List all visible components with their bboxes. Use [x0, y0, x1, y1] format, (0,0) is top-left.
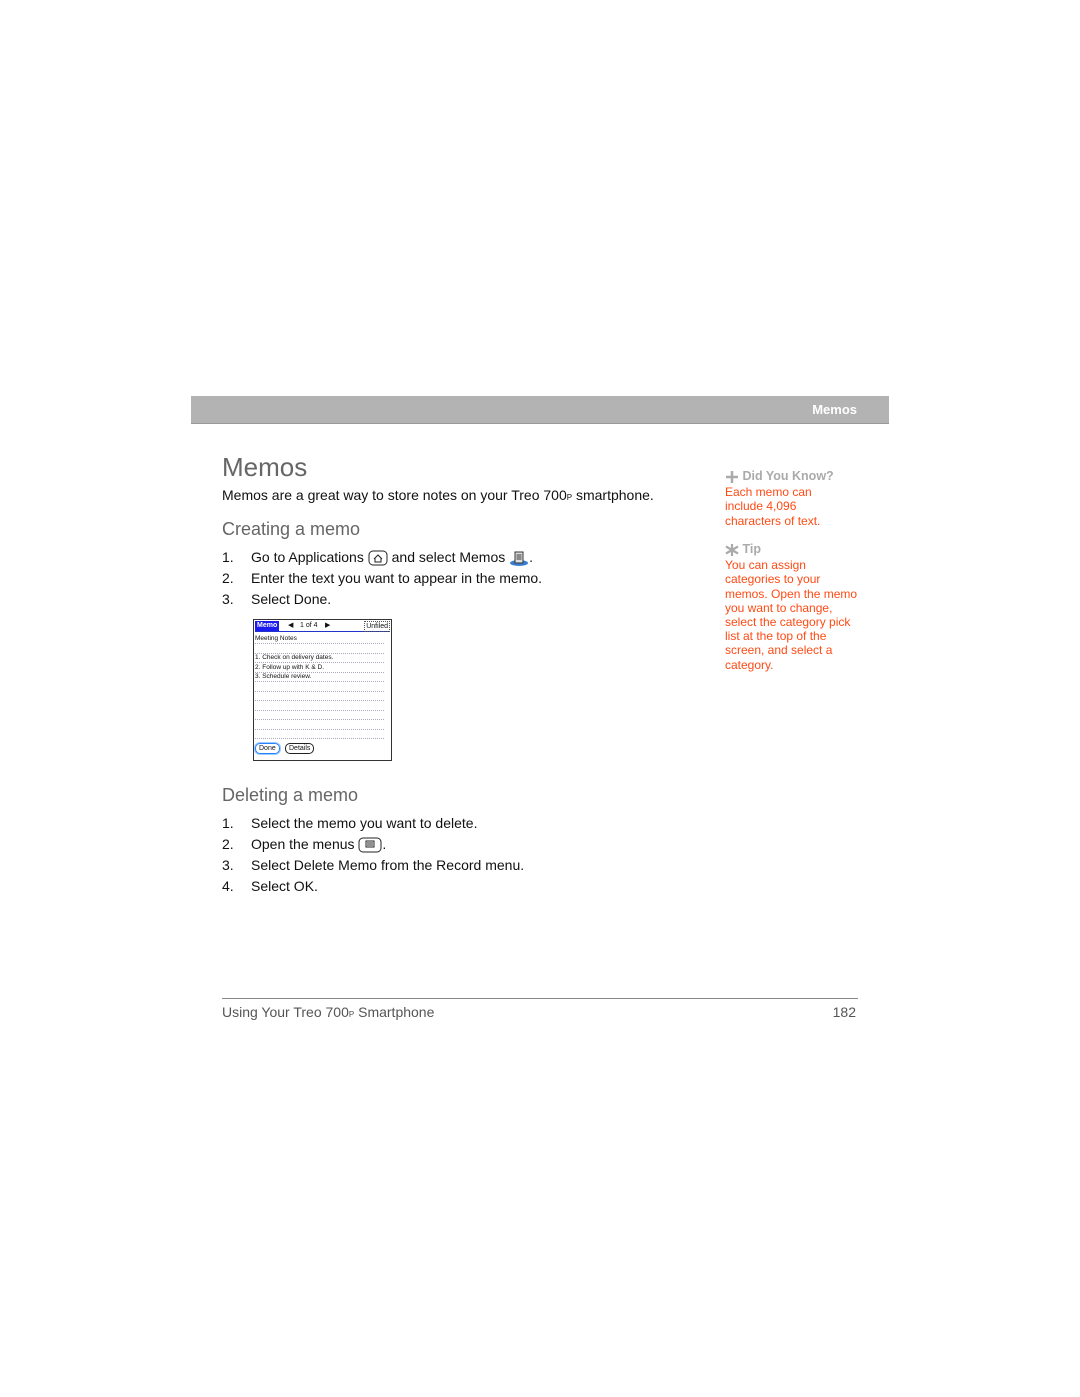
record-counter: 1 of 4 — [300, 622, 318, 629]
footer-divider — [222, 998, 858, 999]
memo-title-bar: Memo ◀ 1 of 4 ▶ Unfiled — [255, 621, 390, 632]
section-title: Memos — [812, 402, 857, 417]
memo-line: 3. Schedule review. — [255, 672, 384, 682]
tip-body: You can assign categories to your memos.… — [725, 558, 858, 672]
step-text: Go to Applications — [251, 549, 368, 565]
step-text: Select Delete Memo from the Record menu. — [251, 857, 525, 873]
menu-icon — [358, 836, 382, 853]
memo-line — [255, 644, 384, 654]
step-number: 3. — [222, 857, 234, 873]
creating-step: 1. Go to Applications and select Memos . — [222, 549, 534, 567]
intro-after: smartphone. — [572, 487, 654, 503]
deleting-step: 1. Select the memo you want to delete. — [222, 815, 477, 831]
step-number: 2. — [222, 570, 234, 586]
deleting-heading: Deleting a memo — [222, 785, 359, 805]
memo-line: Meeting Notes — [255, 634, 384, 644]
step-text: Select the memo you want to delete. — [251, 815, 478, 831]
applications-icon — [368, 549, 388, 566]
memo-line — [255, 682, 384, 692]
step-text: Enter the text you want to appear in the… — [251, 570, 543, 586]
tip-box: Tip You can assign categories to your me… — [725, 542, 865, 672]
step-text: Select OK. — [251, 878, 318, 894]
page-title: Memos — [222, 452, 308, 482]
step-text: . — [382, 836, 387, 852]
memo-line — [255, 691, 384, 701]
deleting-step: 3. Select Delete Memo from the Record men… — [222, 857, 524, 873]
step-text: . — [529, 549, 534, 565]
section-header-bar: Memos — [191, 396, 889, 424]
step-number: 1. — [222, 815, 234, 831]
step-text: Select Done. — [251, 591, 332, 607]
intro-text: Memos are a great way to store notes on … — [222, 487, 654, 503]
memo-line: 1. Check on delivery dates. — [255, 653, 384, 663]
prev-arrow-icon[interactable]: ◀ — [288, 621, 293, 631]
step-number: 3. — [222, 591, 234, 607]
step-number: 2. — [222, 836, 234, 852]
creating-step: 3. Select Done. — [222, 591, 331, 607]
footer-before: Using Your Treo 700 — [222, 1004, 349, 1020]
asterisk-icon — [725, 542, 739, 556]
step-number: 4. — [222, 878, 234, 894]
intro-before: Memos are a great way to store notes on … — [222, 487, 567, 503]
footer-after: Smartphone — [354, 1004, 435, 1020]
memo-line — [255, 720, 384, 730]
next-arrow-icon[interactable]: ▶ — [325, 621, 330, 631]
memos-app-icon — [509, 549, 529, 567]
page-number: 182 — [832, 1004, 856, 1020]
tip-heading: Tip — [742, 542, 762, 556]
details-button[interactable]: Details — [285, 743, 315, 754]
deleting-step: 2. Open the menus . — [222, 836, 386, 853]
memo-line: 2. Follow up with K & D. — [255, 663, 384, 673]
done-button[interactable]: Done — [255, 743, 280, 754]
did-you-know-heading: Did You Know? — [742, 469, 834, 483]
step-text: and select Memos — [387, 549, 510, 565]
step-text: Open the menus — [251, 836, 359, 852]
deleting-step: 4. Select OK. — [222, 878, 318, 894]
footer-title: Using Your Treo 700P Smartphone — [222, 1004, 434, 1020]
memo-app-title: Memo — [255, 621, 280, 631]
memo-screenshot: Memo ◀ 1 of 4 ▶ Unfiled Meeting Notes 1.… — [253, 619, 392, 761]
creating-step: 2. Enter the text you want to appear in t… — [222, 570, 542, 586]
plus-icon — [725, 469, 739, 483]
did-you-know-body: Each memo can include 4,096 characters o… — [725, 485, 821, 528]
memo-line — [255, 701, 384, 711]
category-picker[interactable]: Unfiled — [364, 621, 390, 632]
memo-line — [255, 729, 384, 739]
step-number: 1. — [222, 549, 234, 565]
did-you-know-box: Did You Know? Each memo can include 4,09… — [725, 469, 865, 528]
creating-heading: Creating a memo — [222, 519, 361, 539]
memo-line — [255, 710, 384, 720]
